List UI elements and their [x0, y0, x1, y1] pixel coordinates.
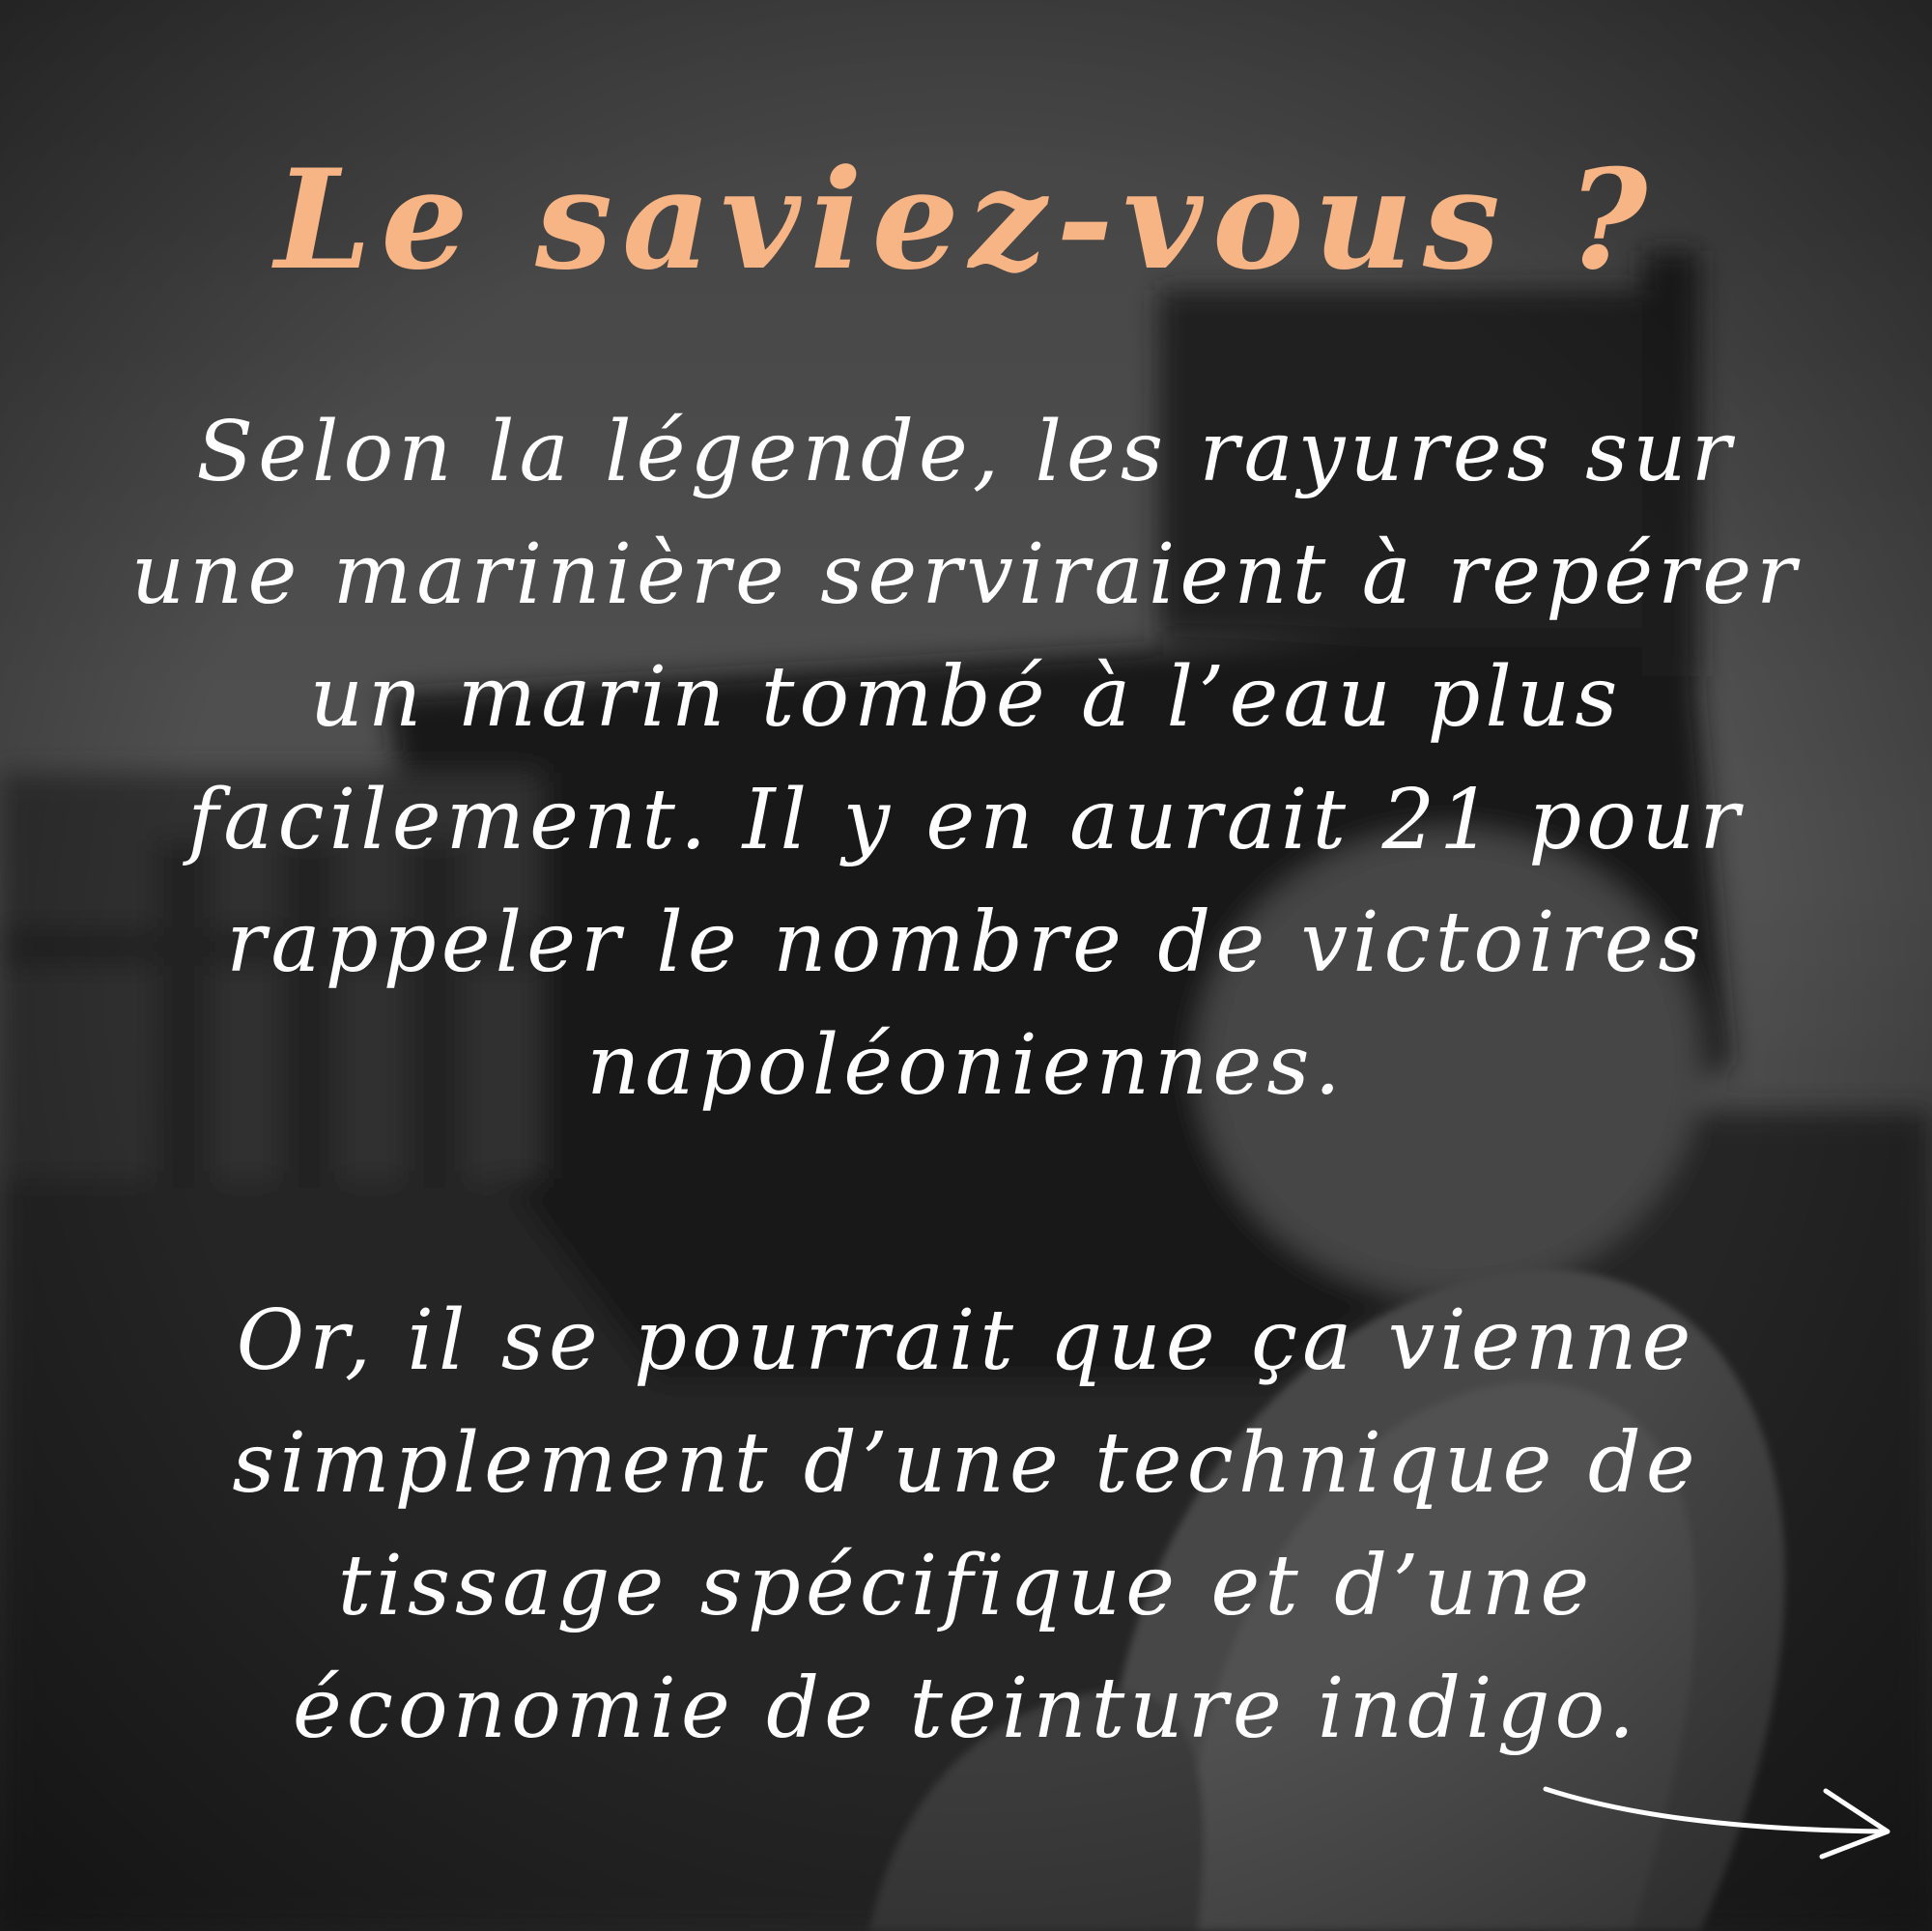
slide-title: Le saviez-vous ?	[274, 140, 1658, 300]
text-line: Or, il se pourrait que ça vienne	[236, 1292, 1696, 1389]
text-line: facilement. Il y en aurait 21 pour	[187, 772, 1745, 868]
arrow-right-icon[interactable]	[1536, 1768, 1903, 1874]
text-line: une marinière serviraient à repérer	[130, 526, 1802, 623]
text-line: tissage spécifique et d’une	[337, 1538, 1595, 1634]
text-line: Selon la légende, les rayures sur	[196, 404, 1736, 500]
text-line: simplement d’une technique de	[232, 1415, 1700, 1512]
text-line: un marin tombé à l’eau plus	[309, 649, 1623, 746]
text-line: économie de teinture indigo.	[292, 1661, 1640, 1757]
text-line: rappeler le nombre de victoires	[226, 895, 1706, 991]
text-line: napoléoniennes.	[586, 1017, 1346, 1114]
explanation-paragraph: Or, il se pourrait que ça vienne simplem…	[19, 1280, 1913, 1771]
slide-content: Le saviez-vous ? Selon la légende, les r…	[0, 0, 1932, 1931]
legend-paragraph: Selon la légende, les rayures sur une ma…	[19, 391, 1913, 1127]
